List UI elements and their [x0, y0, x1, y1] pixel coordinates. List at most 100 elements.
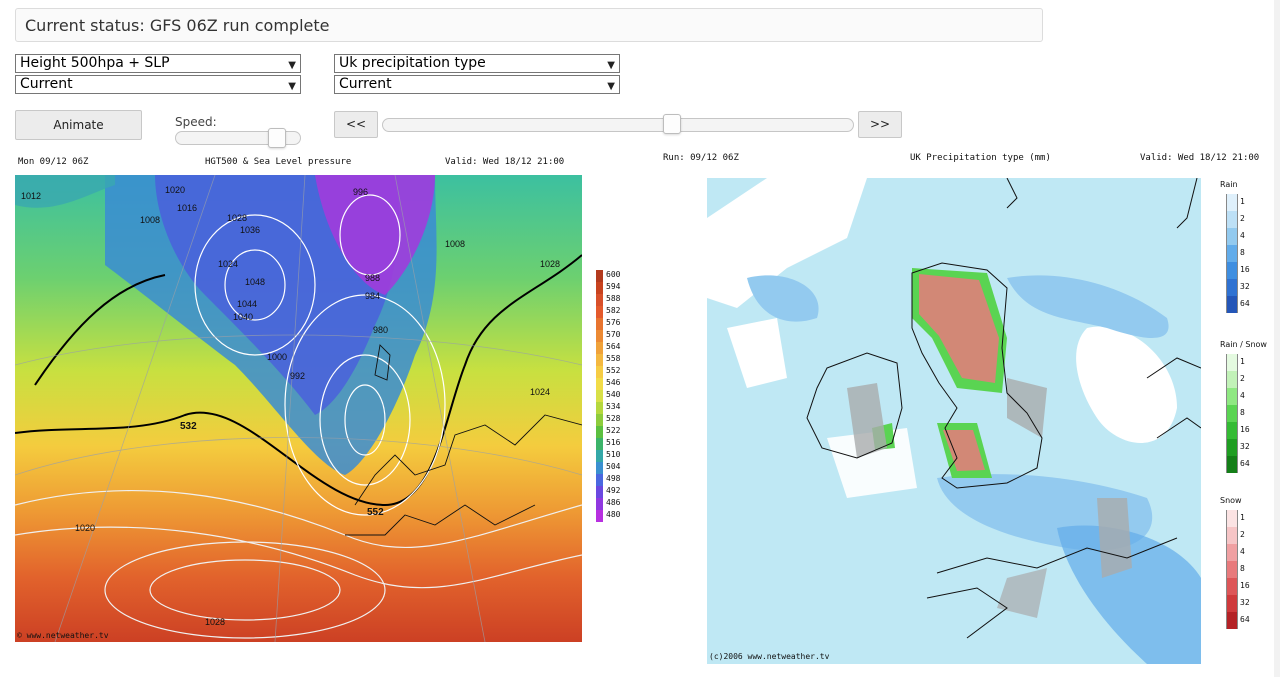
height-500hpa-map: 1012 1020 1016 1008 1028 1036 1024 1048 …	[15, 175, 582, 642]
animate-button[interactable]: Animate	[15, 110, 142, 140]
right-run-label: Run: 09/12 06Z	[663, 153, 739, 163]
legend-label: 8	[1240, 248, 1245, 257]
legend-label: 64	[1240, 459, 1250, 468]
pressure-label: 1008	[445, 239, 465, 249]
right-chart-title: UK Precipitation type (mm)	[910, 153, 1051, 163]
legend-swatch	[1226, 405, 1238, 422]
pressure-label: 1000	[267, 352, 287, 362]
legend-swatch	[1226, 194, 1238, 211]
pressure-label: 1044	[237, 299, 257, 309]
scale-swatch	[596, 390, 603, 402]
legend-label: 1	[1240, 197, 1245, 206]
legend-swatch	[1226, 527, 1238, 544]
legend-swatch	[1226, 595, 1238, 612]
scale-swatch	[596, 282, 603, 294]
scale-label: 522	[606, 426, 621, 435]
legend-swatch	[1226, 228, 1238, 245]
timeline-slider-thumb[interactable]	[663, 114, 681, 134]
uk-precip-map: (c)2006 www.netweather.tv	[707, 178, 1201, 664]
scale-label: 510	[606, 450, 621, 459]
scale-swatch	[596, 438, 603, 450]
next-button[interactable]: >>	[858, 111, 902, 138]
pressure-label: 996	[353, 187, 368, 197]
legend-label: 1	[1240, 513, 1245, 522]
scale-label: 594	[606, 282, 621, 291]
pressure-label: 1024	[218, 259, 238, 269]
legend-label: 4	[1240, 231, 1245, 240]
left-chart-title: HGT500 & Sea Level pressure	[205, 157, 352, 167]
scale-swatch	[596, 342, 603, 354]
precip-map-svg	[707, 178, 1201, 664]
right-chart-select[interactable]: Uk precipitation type ▼	[334, 54, 620, 73]
legend-label: 2	[1240, 214, 1245, 223]
pressure-label: 1028	[227, 213, 247, 223]
scale-swatch	[596, 378, 603, 390]
right-time-select[interactable]: Current ▼	[334, 75, 620, 94]
legend-swatch	[1226, 578, 1238, 595]
scale-label: 576	[606, 318, 621, 327]
legend-swatch	[1226, 245, 1238, 262]
scale-swatch	[596, 366, 603, 378]
prev-button-label: <<	[345, 117, 367, 131]
terrain	[1097, 498, 1132, 578]
height-colour-scale: 600 594 588 582 576 570 564 558 552 546 540 534 528 5…	[596, 270, 626, 530]
next-button-label: >>	[869, 117, 891, 131]
scale-label: 516	[606, 438, 621, 447]
chevron-down-icon: ▼	[288, 60, 296, 71]
legend-title: Rain / Snow	[1220, 340, 1267, 349]
legend-swatch	[1226, 612, 1238, 629]
pressure-label: 980	[373, 325, 388, 335]
legend-label: 32	[1240, 598, 1250, 607]
pressure-label: 1028	[205, 617, 225, 627]
chevron-down-icon: ▼	[607, 60, 615, 71]
scale-swatch	[596, 510, 603, 522]
thickness-label: 552	[367, 507, 384, 518]
legend-label: 4	[1240, 391, 1245, 400]
height-map-svg: 1012 1020 1016 1008 1028 1036 1024 1048 …	[15, 175, 582, 642]
scale-swatch	[596, 474, 603, 486]
left-time-select[interactable]: Current ▼	[15, 75, 301, 94]
left-credit: © www.netweather.tv	[17, 631, 109, 640]
scale-swatch	[596, 450, 603, 462]
legend-label: 32	[1240, 442, 1250, 451]
pressure-label: 1020	[165, 185, 185, 195]
right-time-select-value: Current	[339, 76, 392, 92]
left-time-select-value: Current	[20, 76, 73, 92]
chevron-down-icon: ▼	[607, 81, 615, 92]
pressure-label: 988	[365, 273, 380, 283]
left-run-label: Mon 09/12 06Z	[18, 157, 89, 167]
speed-slider-thumb[interactable]	[268, 128, 286, 148]
pressure-label: 1048	[245, 277, 265, 287]
right-credit: (c)2006 www.netweather.tv	[709, 652, 830, 661]
precip-legends: Rain 1 2 4 8 16 32 64 Rain / Snow 1 2 4 8 16 32 64 Snow 1…	[1210, 180, 1270, 650]
timeline-slider[interactable]	[382, 118, 854, 132]
legend-swatch	[1226, 510, 1238, 527]
scale-label: 582	[606, 306, 621, 315]
scale-swatch	[596, 402, 603, 414]
scale-label: 540	[606, 390, 621, 399]
pressure-label: 1024	[530, 387, 550, 397]
legend-label: 16	[1240, 425, 1250, 434]
scale-label: 486	[606, 498, 621, 507]
pressure-label: 1028	[540, 259, 560, 269]
legend-label: 4	[1240, 547, 1245, 556]
chevron-down-icon: ▼	[288, 81, 296, 92]
scale-swatch	[596, 330, 603, 342]
scale-label: 480	[606, 510, 621, 519]
right-valid-label: Valid: Wed 18/12 21:00	[1140, 153, 1260, 163]
pressure-label: 1016	[177, 203, 197, 213]
legend-title: Snow	[1220, 496, 1242, 505]
legend-swatch	[1226, 354, 1238, 371]
legend-swatch	[1226, 422, 1238, 439]
scale-label: 600	[606, 270, 621, 279]
scale-label: 546	[606, 378, 621, 387]
speed-label: Speed:	[175, 115, 217, 129]
prev-button[interactable]: <<	[334, 111, 378, 138]
legend-swatch	[1226, 388, 1238, 405]
legend-label: 32	[1240, 282, 1250, 291]
scale-label: 504	[606, 462, 621, 471]
left-chart-select[interactable]: Height 500hpa + SLP ▼	[15, 54, 301, 73]
scale-swatch	[596, 426, 603, 438]
page-scrollbar[interactable]	[1274, 0, 1280, 677]
thickness-label: 532	[180, 421, 197, 432]
